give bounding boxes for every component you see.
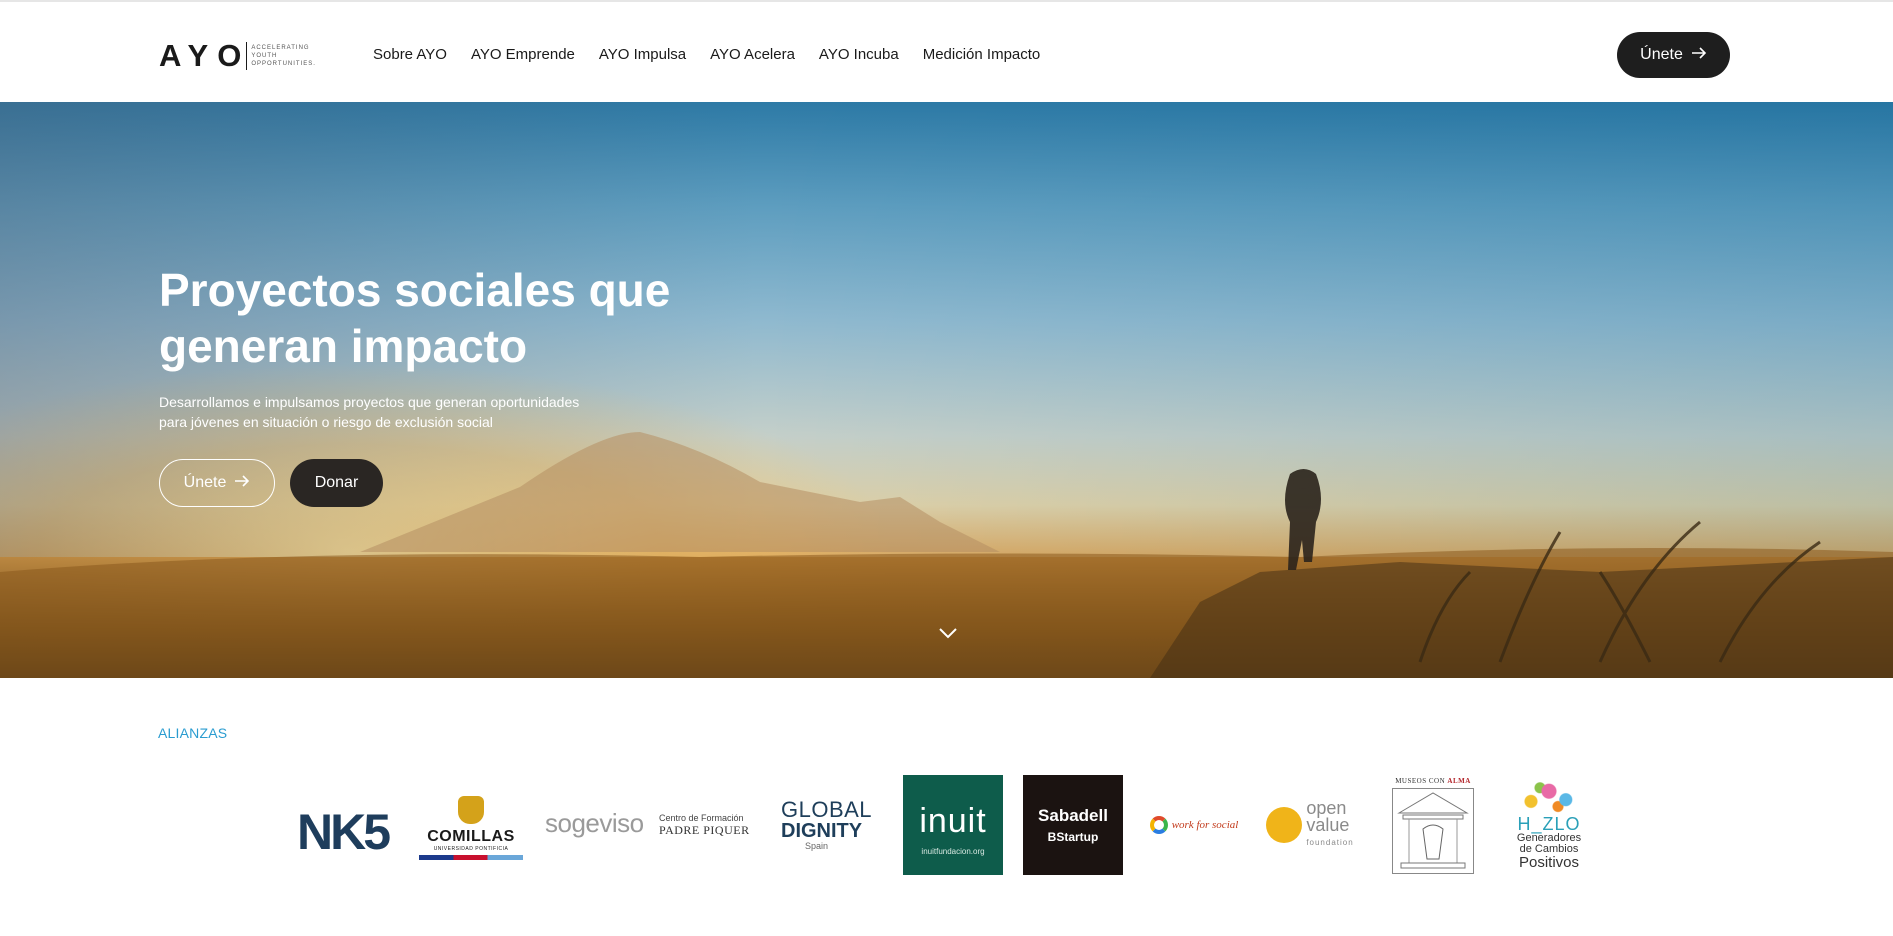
museos-a: MUSEOS CON (1395, 776, 1446, 785)
partner-logo-open-value[interactable]: open value foundation (1264, 799, 1356, 847)
crest-icon (458, 795, 484, 824)
join-button-label: Únete (183, 474, 227, 491)
logo-tagline-line: ACCELERATING (251, 45, 310, 51)
nav-item-ayo-emprende[interactable]: AYO Emprende (471, 46, 575, 63)
ring-icon (1149, 816, 1168, 834)
comillas-name: COMILLAS (427, 827, 515, 845)
hazlo-name: H_ZLO (1517, 813, 1581, 834)
partner-logo-work-for-social[interactable]: work for social (1144, 813, 1244, 837)
museos-heading: MUSEOS CON ALMA (1395, 777, 1471, 785)
logo-word: AYO (159, 38, 251, 73)
work-for-social-name: work for social (1171, 819, 1239, 831)
chevron-down-icon[interactable] (938, 626, 958, 644)
donate-button[interactable]: Donar (290, 459, 383, 507)
partner-logo-sabadell[interactable]: Sabadell BStartup (1023, 775, 1123, 875)
logo-tagline: ACCELERATING YOUTH OPPORTUNITIES. (251, 44, 316, 68)
join-button-header[interactable]: Únete (1617, 32, 1730, 78)
nav-item-medicion-impacto[interactable]: Medición Impacto (923, 46, 1041, 63)
inuit-name: inuit (919, 802, 987, 840)
partner-logo-hazlo[interactable]: H_ZLO Generadores de Cambios Positivos (1509, 775, 1589, 875)
sabadell-name: Sabadell (1038, 806, 1108, 825)
open-value-text: open value foundation (1306, 797, 1354, 851)
nav-item-ayo-incuba[interactable]: AYO Incuba (819, 46, 899, 63)
hazlo-l1: Generadores (1516, 831, 1582, 844)
sabadell-sub: BStartup (1047, 830, 1099, 844)
hero-landscape-image (0, 432, 1893, 678)
partner-logo-comillas[interactable]: COMILLAS UNIVERSIDAD PONTIFICIA (419, 790, 523, 865)
partner-logo-nk5[interactable]: NK5 (297, 803, 391, 861)
comillas-stripe (419, 854, 523, 860)
global-dignity-l1: GLOBAL (781, 797, 873, 822)
alliances-heading: ALIANZAS (158, 725, 228, 741)
arrow-right-icon (1691, 46, 1707, 64)
partner-logo-museos-con-alma[interactable]: MUSEOS CON ALMA (1387, 775, 1479, 875)
hazlo-l3: Positivos (1518, 853, 1580, 871)
alliances-logo-row: NK5 COMILLAS UNIVERSIDAD PONTIFICIA soge… (297, 775, 1597, 875)
hero-subtitle-line: para jóvenes en situación o riesgo de ex… (159, 414, 493, 430)
nav-item-ayo-acelera[interactable]: AYO Acelera (710, 46, 795, 63)
hero-subtitle-line: Desarrollamos e impulsamos proyectos que… (159, 394, 580, 410)
logo-tagline-line: YOUTH (251, 53, 278, 59)
museos-b: ALMA (1447, 776, 1471, 785)
global-dignity-l3: Spain (805, 841, 829, 851)
piquer-name: PADRE PIQUER (659, 822, 750, 837)
ayo-logo[interactable]: AYO ACCELERATING YOUTH OPPORTUNITIES. (159, 38, 316, 74)
nav-item-ayo-impulsa[interactable]: AYO Impulsa (599, 46, 686, 63)
site-header: AYO ACCELERATING YOUTH OPPORTUNITIES. So… (0, 2, 1893, 102)
hero-title: Proyectos sociales que generan impacto (159, 264, 671, 372)
museum-building-icon (1392, 787, 1474, 874)
partner-logo-padre-piquer[interactable]: Centro de Formación PADRE PIQUER (659, 811, 767, 839)
logo-divider (246, 42, 248, 70)
open-value-l3: foundation (1306, 837, 1354, 847)
partner-logo-inuit[interactable]: inuit inuitfundacion.org (903, 775, 1003, 875)
comillas-sub: UNIVERSIDAD PONTIFICIA (433, 845, 509, 852)
open-value-circle-icon (1266, 807, 1303, 843)
partner-logo-global-dignity[interactable]: GLOBAL DIGNITY Spain (781, 799, 887, 852)
join-button-hero[interactable]: Únete (159, 459, 275, 507)
hero-section: Proyectos sociales que generan impacto D… (0, 102, 1893, 678)
piquer-top: Centro de Formación (659, 812, 744, 823)
donate-button-label: Donar (314, 474, 359, 491)
logo-tagline-line: OPPORTUNITIES. (251, 61, 316, 67)
nav-item-sobre-ayo[interactable]: Sobre AYO (373, 46, 447, 63)
partner-logo-sogeviso[interactable]: sogeviso (545, 808, 644, 839)
open-value-l1: open (1306, 797, 1347, 818)
main-nav: Sobre AYO AYO Emprende AYO Impulsa AYO A… (373, 46, 1064, 63)
inuit-site: inuitfundacion.org (921, 847, 985, 856)
join-button-label: Únete (1640, 46, 1683, 63)
hero-subtitle: Desarrollamos e impulsamos proyectos que… (159, 392, 679, 432)
arrow-right-icon (234, 474, 250, 492)
global-dignity-l2: DIGNITY (781, 820, 863, 842)
open-value-l2: value (1306, 814, 1350, 835)
colorful-dots-icon (1519, 780, 1579, 815)
hazlo-l2: de Cambios (1519, 842, 1579, 855)
